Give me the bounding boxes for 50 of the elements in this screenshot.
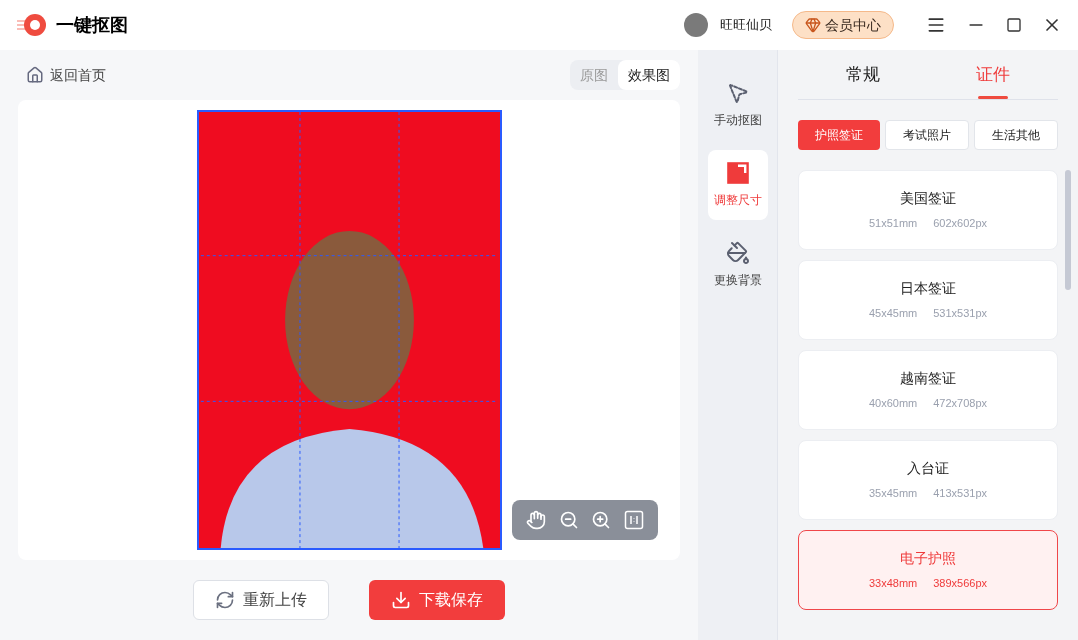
app-title: 一键抠图 <box>56 13 128 37</box>
maximize-icon[interactable] <box>1006 17 1022 33</box>
size-px: 389x566px <box>933 576 988 592</box>
panel-tab[interactable]: 证件 <box>928 50 1058 99</box>
paint-bucket-icon <box>725 241 750 265</box>
category-button[interactable]: 护照签证 <box>798 120 880 150</box>
size-name: 电子护照 <box>900 549 956 569</box>
size-name: 入台证 <box>907 459 949 479</box>
back-home-link[interactable]: 返回首页 <box>26 64 106 86</box>
refresh-icon <box>215 590 235 610</box>
download-button[interactable]: 下载保存 <box>369 580 505 620</box>
size-card[interactable]: 美国签证 51x51mm 602x602px <box>798 170 1058 250</box>
vip-center-button[interactable]: 会员中心 <box>792 11 894 39</box>
size-card[interactable]: 越南签证 40x60mm 472x708px <box>798 350 1058 430</box>
tool-button[interactable]: 调整尺寸 <box>707 150 768 220</box>
size-mm: 33x48mm <box>868 576 918 592</box>
size-card[interactable]: 电子护照 33x48mm 389x566px <box>798 530 1058 610</box>
diamond-icon <box>805 17 821 33</box>
size-name: 美国签证 <box>900 189 956 209</box>
category-button[interactable]: 考试照片 <box>885 120 969 150</box>
hand-icon[interactable] <box>526 510 547 530</box>
size-px: 531x531px <box>933 306 988 322</box>
size-mm: 45x45mm <box>868 306 918 322</box>
category-button[interactable]: 生活其他 <box>974 120 1058 150</box>
zoom-out-icon[interactable] <box>558 510 579 530</box>
size-px: 602x602px <box>933 216 988 232</box>
home-icon <box>26 66 44 84</box>
tool-button[interactable]: 手动抠图 <box>707 70 768 140</box>
size-mm: 51x51mm <box>868 216 918 232</box>
actual-size-icon[interactable] <box>623 510 644 530</box>
zoom-in-icon[interactable] <box>591 510 612 530</box>
reupload-button[interactable]: 重新上传 <box>193 580 329 620</box>
scrollbar-thumb[interactable] <box>1065 170 1071 290</box>
menu-icon[interactable] <box>926 15 946 35</box>
panel-tab[interactable]: 常规 <box>798 50 928 99</box>
size-px: 472x708px <box>933 396 988 412</box>
download-icon <box>391 590 411 610</box>
size-px: 413x531px <box>933 486 988 502</box>
view-tab[interactable]: 效果图 <box>618 60 680 90</box>
user-name[interactable]: 旺旺仙贝 <box>720 15 772 35</box>
resize-icon <box>725 161 750 185</box>
size-mm: 35x45mm <box>868 486 918 502</box>
size-name: 越南签证 <box>900 369 956 389</box>
size-card[interactable]: 日本签证 45x45mm 531x531px <box>798 260 1058 340</box>
size-card[interactable]: 入台证 35x45mm 413x531px <box>798 440 1058 520</box>
tool-button[interactable]: 更换背景 <box>707 230 768 300</box>
size-mm: 40x60mm <box>868 396 918 412</box>
user-avatar[interactable] <box>684 13 708 37</box>
size-name: 日本签证 <box>900 279 956 299</box>
app-logo-icon <box>16 13 48 37</box>
